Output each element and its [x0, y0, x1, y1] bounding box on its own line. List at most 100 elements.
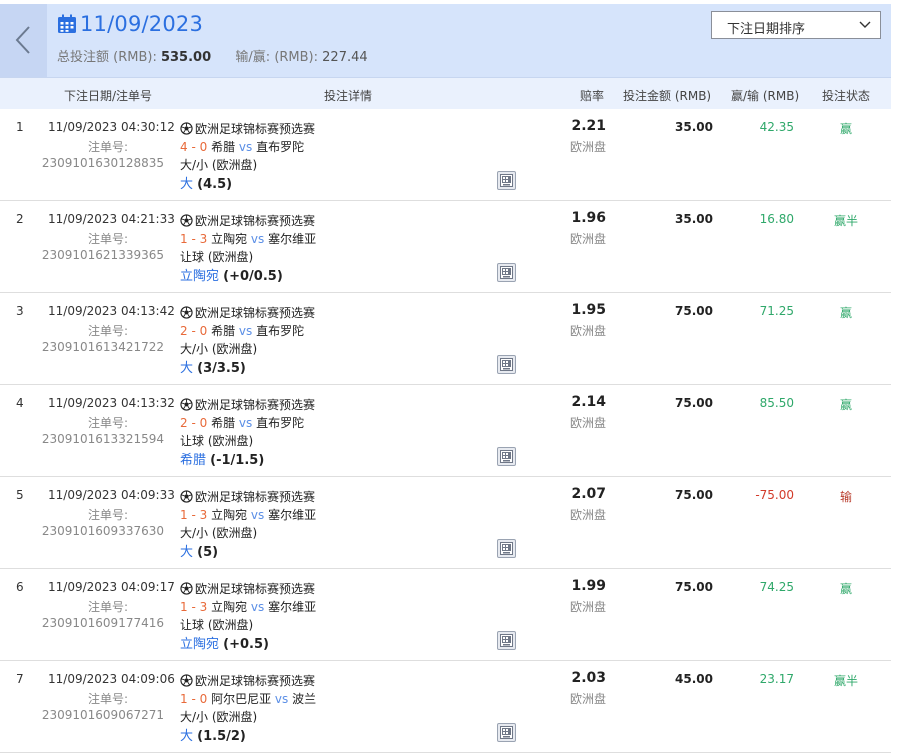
- away-team: 塞尔维亚: [268, 600, 317, 614]
- soccer-ball-icon: [180, 122, 193, 135]
- date-heading: 11/09/2023: [57, 10, 203, 38]
- row-index: 2: [16, 212, 24, 226]
- bet-detail-button[interactable]: [497, 447, 516, 466]
- versus-label: vs: [238, 324, 253, 338]
- bet-selection: 大 (1.5/2): [180, 725, 246, 744]
- home-team: 希腊: [211, 324, 236, 338]
- selection-name: 立陶宛: [180, 269, 220, 284]
- back-button[interactable]: [0, 4, 47, 77]
- sort-dropdown[interactable]: 下注日期排序: [711, 11, 881, 39]
- versus-label: vs: [250, 232, 265, 246]
- row-index: 3: [16, 304, 24, 318]
- total-stake-value: 535.00: [160, 50, 212, 65]
- league-name: 欧洲足球锦标赛预选赛: [180, 488, 315, 505]
- bet-winloss: 74.25: [759, 580, 794, 594]
- bet-datetime: 11/09/2023 04:13:32: [48, 396, 175, 410]
- league-label: 欧洲足球锦标赛预选赛: [195, 674, 316, 688]
- away-team: 塞尔维亚: [268, 508, 317, 522]
- league-label: 欧洲足球锦标赛预选赛: [195, 490, 316, 504]
- selection-name: 大: [180, 361, 194, 376]
- bet-row: 1 11/09/2023 04:30:12 注单号: 2309101630128835…: [0, 109, 891, 201]
- bet-odds: 2.14: [571, 394, 606, 410]
- chevron-left-icon: [15, 26, 30, 54]
- home-team: 阿尔巴尼亚: [211, 692, 272, 706]
- bet-datetime: 11/09/2023 04:09:33: [48, 488, 175, 502]
- away-team: 直布罗陀: [256, 140, 305, 154]
- match-info: 2 - 0 希腊 vs 直布罗陀: [180, 322, 304, 339]
- odds-type: 欧洲盘: [570, 416, 607, 430]
- match-score: 2 - 0: [180, 416, 208, 430]
- col-status: 投注状态: [822, 89, 871, 103]
- bet-winloss: -75.00: [755, 488, 794, 502]
- row-index: 7: [16, 672, 24, 686]
- col-winloss: 赢/输 (RMB): [731, 89, 800, 103]
- bet-detail-icon: [500, 174, 513, 187]
- chevron-down-icon: [859, 21, 871, 28]
- bet-type: 让球 (欧洲盘): [180, 434, 254, 448]
- table-header: 下注日期/注单号 投注详情 赔率 投注金额 (RMB) 赢/输 (RMB) 投注…: [0, 78, 891, 109]
- winloss-value: 227.44: [322, 50, 368, 65]
- order-number-label: 注单号:: [87, 692, 128, 706]
- bet-detail-button[interactable]: [497, 723, 516, 742]
- bet-row: 4 11/09/2023 04:13:32 注单号: 2309101613321594…: [0, 385, 891, 477]
- home-team: 立陶宛: [211, 508, 248, 522]
- order-number: 2309101613321594: [41, 432, 164, 446]
- order-number: 2309101613421722: [41, 340, 164, 354]
- league-name: 欧洲足球锦标赛预选赛: [180, 580, 315, 597]
- soccer-ball-icon: [180, 398, 193, 411]
- away-team: 直布罗陀: [256, 416, 305, 430]
- league-label: 欧洲足球锦标赛预选赛: [195, 398, 316, 412]
- bet-selection: 立陶宛 (+0/0.5): [180, 265, 283, 284]
- bet-type: 大/小 (欧洲盘): [180, 342, 258, 356]
- bet-type: 大/小 (欧洲盘): [180, 526, 258, 540]
- bet-odds: 2.07: [571, 486, 606, 502]
- bet-detail-button[interactable]: [497, 263, 516, 282]
- league-name: 欧洲足球锦标赛预选赛: [180, 120, 315, 137]
- bet-winloss: 42.35: [759, 120, 794, 134]
- home-team: 立陶宛: [211, 600, 248, 614]
- bet-type: 大/小 (欧洲盘): [180, 710, 258, 724]
- odds-type: 欧洲盘: [570, 324, 607, 338]
- sort-dropdown-value: 下注日期排序: [727, 22, 806, 37]
- bet-stake: 75.00: [675, 396, 713, 410]
- col-date-order: 下注日期/注单号: [64, 89, 153, 103]
- selected-date[interactable]: 11/09/2023: [80, 12, 203, 36]
- match-score: 1 - 3: [180, 232, 208, 246]
- league-label: 欧洲足球锦标赛预选赛: [195, 306, 316, 320]
- bet-odds: 1.95: [571, 302, 606, 318]
- bet-stake: 35.00: [675, 120, 713, 134]
- home-team: 希腊: [211, 140, 236, 154]
- bet-odds: 1.99: [571, 578, 606, 594]
- match-info: 4 - 0 希腊 vs 直布罗陀: [180, 138, 304, 155]
- bet-stake: 45.00: [675, 672, 713, 686]
- match-info: 1 - 3 立陶宛 vs 塞尔维亚: [180, 506, 316, 523]
- bet-row: 2 11/09/2023 04:21:33 注单号: 2309101621339365…: [0, 201, 891, 293]
- away-team: 塞尔维亚: [268, 232, 317, 246]
- bet-selection: 大 (5): [180, 541, 218, 560]
- league-label: 欧洲足球锦标赛预选赛: [195, 582, 316, 596]
- match-score: 1 - 3: [180, 508, 208, 522]
- bet-winloss: 85.50: [759, 396, 794, 410]
- soccer-ball-icon: [180, 674, 193, 687]
- calendar-icon[interactable]: [57, 14, 77, 34]
- bet-row: 6 11/09/2023 04:09:17 注单号: 2309101609177416…: [0, 569, 891, 661]
- bet-winloss: 16.80: [759, 212, 794, 226]
- row-index: 5: [16, 488, 24, 502]
- col-detail: 投注详情: [324, 89, 373, 103]
- bet-selection: 希腊 (-1/1.5): [180, 449, 264, 468]
- selection-handicap: (3/3.5): [197, 361, 246, 376]
- bet-detail-button[interactable]: [497, 539, 516, 558]
- bet-detail-button[interactable]: [497, 355, 516, 374]
- total-stake-label: 总投注额 (RMB):: [57, 50, 157, 65]
- order-number: 2309101630128835: [41, 156, 164, 170]
- bet-detail-button[interactable]: [497, 631, 516, 650]
- row-index: 6: [16, 580, 24, 594]
- match-score: 2 - 0: [180, 324, 208, 338]
- order-number: 2309101621339365: [41, 248, 164, 262]
- bet-status: 赢: [839, 582, 852, 596]
- bet-selection: 大 (4.5): [180, 173, 232, 192]
- match-score: 1 - 0: [180, 692, 208, 706]
- bet-detail-button[interactable]: [497, 171, 516, 190]
- order-number: 2309101609177416: [41, 616, 164, 630]
- bet-stake: 75.00: [675, 580, 713, 594]
